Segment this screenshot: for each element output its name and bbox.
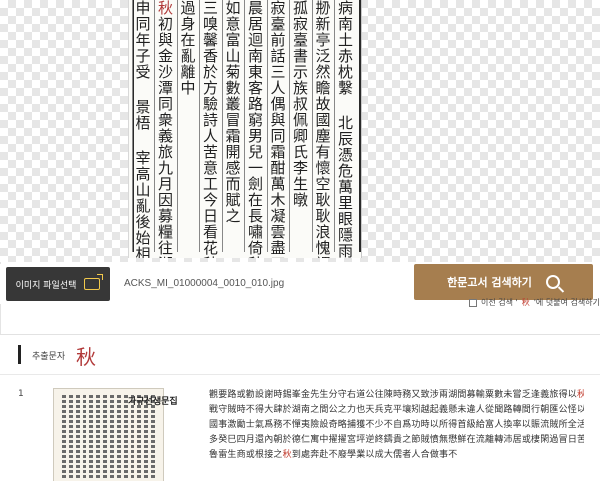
select-image-file-button[interactable]: 이미지 파일선택: [6, 267, 110, 301]
image-preview: 病南土赤枕繫 北辰憑危萬里眼隱雨九秋身 刱新亭泛然瞻故國塵有懷空耿耿浪愧謂纓人 孤寂…: [0, 0, 600, 262]
classical-text-search-button[interactable]: 한문고서 검색하기: [414, 264, 593, 300]
selected-file-name: ACKS_MI_01000004_0010_010.jpg: [124, 278, 285, 289]
search-button-label: 한문고서 검색하기: [447, 276, 532, 289]
result-title[interactable]: 가규선생문집: [128, 394, 178, 407]
scan-column-rule: [311, 0, 313, 252]
append-previous-search-prefix: 이전 검색 ': [481, 298, 518, 307]
scan-text-column: 三嗅馨香於方驗詩人苦意工今日看花秋又暮: [201, 0, 219, 258]
folder-icon: [84, 274, 104, 290]
extracted-character-label: 추출문자: [32, 352, 66, 362]
matched-character: 秋: [282, 450, 292, 460]
extracted-character-section: 추출문자 秋: [0, 334, 600, 374]
scan-text-column: 秋初與金沙潭同衆義旅九月因募糧往湖界: [156, 0, 174, 258]
matched-character: 秋: [577, 390, 584, 400]
scan-column-rule: [176, 0, 178, 252]
result-text-line: 多癸巳四月還內朝於德仁寓中擢擢宮坪逆終鑄貴之節賊憤無懋鮮在流離轉沛居或棲閑過冒日…: [209, 435, 584, 445]
append-previous-search-suffix: '에 덧붙여 검색하기: [533, 298, 600, 307]
scan-text-column: 如意富山菊數叢冒霜開感而賦之: [223, 0, 242, 224]
scan-text-column: 過身在亂離中: [178, 0, 197, 96]
scan-column-rule: [244, 0, 245, 252]
result-text-line: 戰守賊時不得大肆於湖南之間公之力也天兵克平壤矧越起義懸未違人從聞路轉間行朝匯公怪…: [209, 405, 584, 415]
result-text-line: 觀要路或勸設謝時錫峯金先生分守右道公往陳時務又致涉兩湖間募輸粟數未嘗乏逢義旅得以…: [209, 388, 584, 403]
scan-text-column: 孤寂臺書示族叔佩卿氏李生暾: [291, 0, 309, 208]
scanned-page: 病南土赤枕繫 北辰憑危萬里眼隱雨九秋身 刱新亭泛然瞻故國塵有懷空耿耿浪愧謂纓人 孤寂…: [128, 0, 362, 258]
scan-text-column: 晨居迴南東客路窮男兒一劍在長嘯倚秋風: [246, 0, 264, 258]
section-marker: [18, 345, 21, 364]
search-icon: [545, 275, 560, 289]
search-results: 1 가규선생문집 觀要路或勸設謝時錫峯金先生分守右道公往陳時務又致涉兩湖間募輸粟…: [0, 374, 600, 481]
append-previous-search-char: 秋: [521, 298, 530, 307]
scan-column-rule: [221, 0, 223, 252]
extracted-character: 秋: [76, 345, 96, 369]
scan-column-rule: [334, 0, 335, 252]
scan-column-rule: [289, 0, 290, 252]
scan-text-column: 刱新亭泛然瞻故國塵有懷空耿耿浪愧謂纓人: [313, 0, 332, 258]
scan-column-rule: [266, 0, 268, 252]
append-previous-search-option[interactable]: 이전 검색 ' 秋 '에 덧붙여 검색하기: [469, 297, 600, 308]
result-text-line: 魯雷生商或根接之秋到處奔赴不廢學業以成大儒者人合做事不: [209, 450, 458, 460]
scan-column-rule: [154, 0, 155, 252]
scan-frame-line: [359, 0, 361, 252]
scan-text-column: 病南土赤枕繫 北辰憑危萬里眼隱雨九秋身: [336, 0, 354, 258]
result-number: 1: [18, 389, 24, 399]
result-text-line: 國事激勵士氣爲務不憚夷險設奇略捕獲不少不自爲功時以所得首級給富人換率以賑流賊所全…: [209, 420, 584, 430]
scan-text-column: 寂臺前話三人偶與同霜酣萬木凝雲盡四山空北: [268, 0, 287, 258]
select-image-file-label: 이미지 파일선택: [15, 280, 77, 291]
scan-column-rule: [199, 0, 200, 252]
result-text: 觀要路或勸設謝時錫峯金先生分守右道公往陳時務又致涉兩湖間募輸粟數未嘗乏逢義旅得以…: [209, 388, 584, 463]
append-previous-search-checkbox[interactable]: [469, 298, 477, 307]
scan-column-rule: [131, 0, 133, 252]
scan-text-column: 申同年子受 景梧 宰高山亂後始相遇不覺悲: [133, 0, 152, 258]
